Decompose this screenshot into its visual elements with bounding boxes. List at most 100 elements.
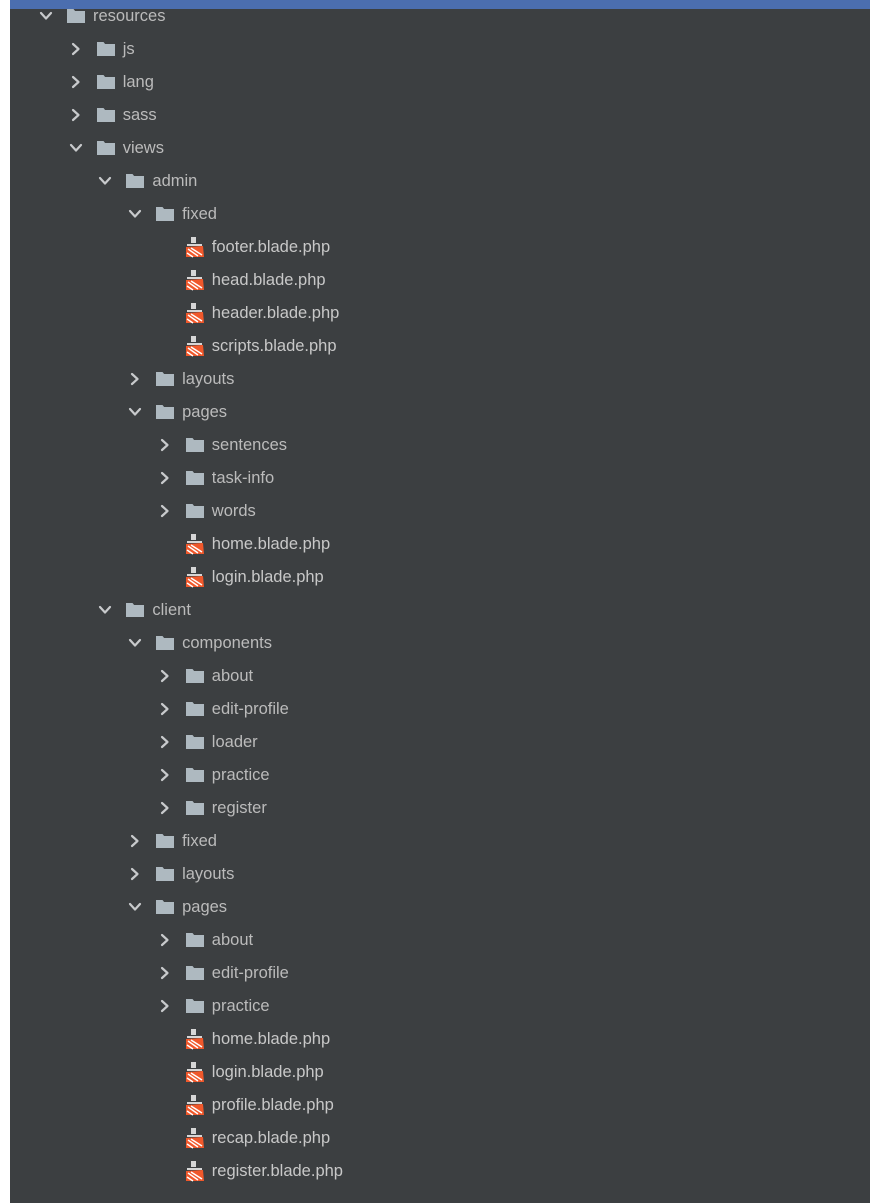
tree-folder-sass[interactable]: sass (10, 99, 870, 132)
folder-icon (185, 438, 204, 452)
chevron-right-icon[interactable] (157, 734, 173, 750)
chevron-right-icon[interactable] (157, 503, 173, 519)
tree-item-label: admin (152, 172, 198, 190)
folder-icon (185, 801, 204, 815)
tree-item-label: footer.blade.php (211, 238, 331, 256)
tree-folder-practice[interactable]: practice (10, 759, 870, 792)
tree-file-home-blade-php[interactable]: home.blade.php (10, 1023, 870, 1056)
chevron-right-icon[interactable] (157, 437, 173, 453)
tree-folder-lang[interactable]: lang (10, 66, 870, 99)
laravel-blade-file-icon (185, 534, 204, 555)
tree-item-label: lang (122, 73, 154, 91)
tree-folder-js[interactable]: js (10, 33, 870, 66)
tree-folder-client[interactable]: client (10, 594, 870, 627)
folder-icon (96, 42, 115, 56)
tree-folder-views[interactable]: views (10, 132, 870, 165)
folder-icon (185, 504, 204, 518)
tree-folder-sentences[interactable]: sentences (10, 429, 870, 462)
folder-icon (185, 933, 204, 947)
folder-icon (96, 108, 115, 122)
chevron-right-icon[interactable] (157, 965, 173, 981)
tree-file-login-blade-php[interactable]: login.blade.php (10, 1056, 870, 1089)
tree-folder-fixed[interactable]: fixed (10, 198, 870, 231)
chevron-right-icon[interactable] (68, 107, 84, 123)
laravel-blade-file-icon (185, 237, 204, 258)
laravel-blade-file-icon (185, 336, 204, 357)
tree-folder-pages[interactable]: pages (10, 396, 870, 429)
tree-folder-layouts[interactable]: layouts (10, 363, 870, 396)
tree-item-label: views (122, 139, 164, 157)
chevron-down-icon[interactable] (127, 206, 143, 222)
tree-item-label: words (211, 502, 256, 520)
tree-folder-words[interactable]: words (10, 495, 870, 528)
tree-file-home-blade-php[interactable]: home.blade.php (10, 528, 870, 561)
tree-item-label: layouts (182, 370, 235, 388)
tree-item-label: practice (211, 997, 270, 1015)
tree-folder-admin[interactable]: admin (10, 165, 870, 198)
chevron-right-icon[interactable] (157, 932, 173, 948)
tree-folder-layouts[interactable]: layouts (10, 858, 870, 891)
tree-folder-about[interactable]: about (10, 924, 870, 957)
tree-item-label: recap.blade.php (211, 1129, 331, 1147)
tree-item-label: sass (122, 106, 157, 124)
tree-item-label: head.blade.php (211, 271, 326, 289)
folder-icon (156, 834, 175, 848)
tree-folder-edit-profile[interactable]: edit-profile (10, 693, 870, 726)
tree-item-label: loader (211, 733, 258, 751)
tree-file-scripts-blade-php[interactable]: scripts.blade.php (10, 330, 870, 363)
folder-icon (156, 207, 175, 221)
chevron-right-icon[interactable] (157, 767, 173, 783)
project-tree-panel: resources js lang sass views admin fixed footer… (0, 0, 870, 1203)
tree-file-recap-blade-php[interactable]: recap.blade.php (10, 1122, 870, 1155)
tree-item-label: pages (182, 403, 228, 421)
tree-file-profile-blade-php[interactable]: profile.blade.php (10, 1089, 870, 1122)
chevron-down-icon[interactable] (97, 602, 113, 618)
tree-folder-task-info[interactable]: task-info (10, 462, 870, 495)
chevron-right-icon[interactable] (157, 800, 173, 816)
chevron-down-icon[interactable] (127, 404, 143, 420)
chevron-down-icon[interactable] (97, 173, 113, 189)
tree-file-login-blade-php[interactable]: login.blade.php (10, 561, 870, 594)
chevron-right-icon[interactable] (157, 470, 173, 486)
tree-item-label: task-info (211, 469, 275, 487)
tree-folder-about[interactable]: about (10, 660, 870, 693)
tree-item-label: home.blade.php (211, 535, 331, 553)
tree-file-header-blade-php[interactable]: header.blade.php (10, 297, 870, 330)
folder-icon (185, 768, 204, 782)
tree-item-label: login.blade.php (211, 568, 324, 586)
folder-icon (96, 141, 115, 155)
chevron-right-icon[interactable] (127, 371, 143, 387)
tree-file-head-blade-php[interactable]: head.blade.php (10, 264, 870, 297)
tree-folder-pages[interactable]: pages (10, 891, 870, 924)
tree-folder-resources[interactable]: resources (10, 0, 870, 33)
chevron-down-icon[interactable] (127, 635, 143, 651)
laravel-blade-file-icon (185, 1128, 204, 1149)
chevron-right-icon[interactable] (157, 701, 173, 717)
tree-item-label: resources (93, 7, 166, 25)
chevron-down-icon[interactable] (127, 899, 143, 915)
tree-folder-practice[interactable]: practice (10, 990, 870, 1023)
tree-folder-components[interactable]: components (10, 627, 870, 660)
chevron-right-icon[interactable] (157, 668, 173, 684)
folder-icon (67, 9, 85, 23)
tree-file-footer-blade-php[interactable]: footer.blade.php (10, 231, 870, 264)
folder-icon (185, 669, 204, 683)
chevron-right-icon[interactable] (68, 74, 84, 90)
tree-folder-loader[interactable]: loader (10, 726, 870, 759)
chevron-right-icon[interactable] (127, 833, 143, 849)
tree-item-label: client (152, 601, 191, 619)
laravel-blade-file-icon (185, 1161, 204, 1182)
tree-item-label: practice (211, 766, 270, 784)
chevron-right-icon[interactable] (127, 866, 143, 882)
tree-folder-fixed[interactable]: fixed (10, 825, 870, 858)
chevron-down-icon[interactable] (68, 140, 84, 156)
tree-item-label: scripts.blade.php (211, 337, 337, 355)
folder-icon (126, 174, 145, 188)
chevron-right-icon[interactable] (157, 998, 173, 1014)
folder-icon (156, 636, 175, 650)
chevron-right-icon[interactable] (68, 41, 84, 57)
tree-file-register-blade-php[interactable]: register.blade.php (10, 1155, 870, 1188)
tree-folder-edit-profile[interactable]: edit-profile (10, 957, 870, 990)
chevron-down-icon[interactable] (38, 8, 54, 24)
tree-folder-register[interactable]: register (10, 792, 870, 825)
